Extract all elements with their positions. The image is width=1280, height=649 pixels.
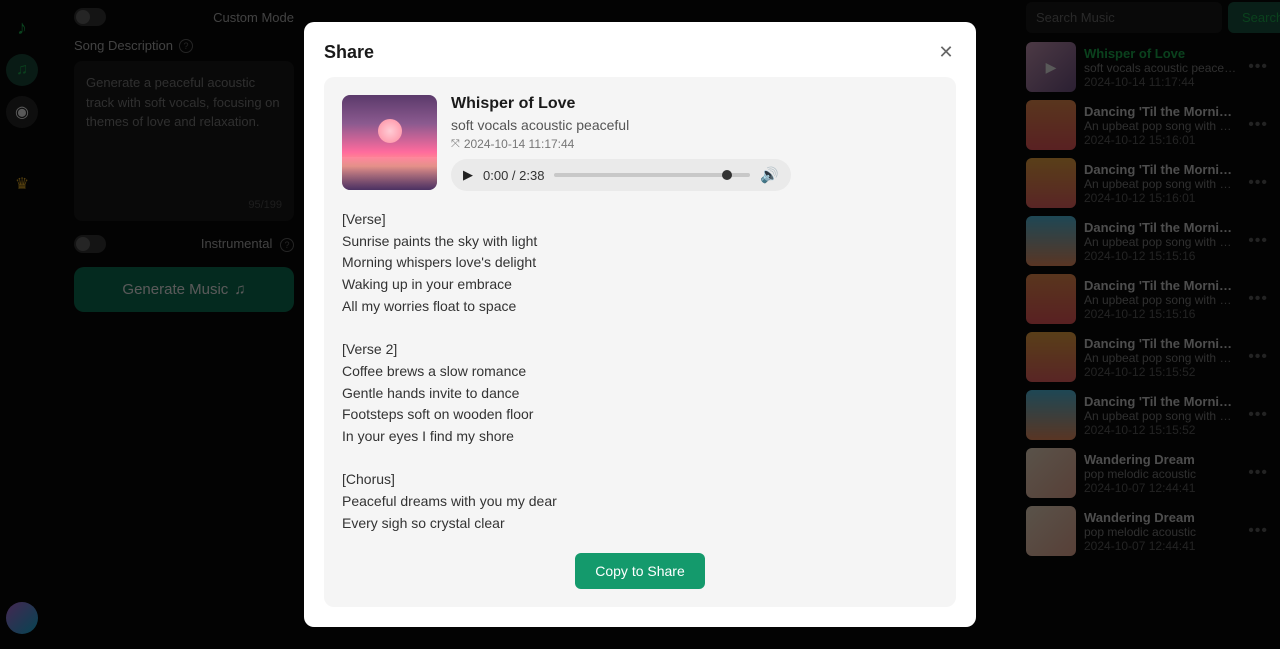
song-tags: soft vocals acoustic peaceful <box>451 117 938 133</box>
song-timestamp: ⤧ 2024-10-14 11:17:44 <box>451 137 938 151</box>
copy-to-share-button[interactable]: Copy to Share <box>575 553 705 589</box>
progress-bar[interactable] <box>554 173 750 177</box>
card-meta: Whisper of Love soft vocals acoustic pea… <box>451 95 938 191</box>
modal-card: Whisper of Love soft vocals acoustic pea… <box>324 77 956 607</box>
audio-player: ▶ 0:00 / 2:38 🔊 <box>451 159 791 191</box>
overlay: ✕ Share Whisper of Love soft vocals acou… <box>0 0 1280 649</box>
lyrics-scroll[interactable]: [Verse] Sunrise paints the sky with ligh… <box>342 209 938 539</box>
lyrics-text: [Verse] Sunrise paints the sky with ligh… <box>342 209 934 539</box>
card-header: Whisper of Love soft vocals acoustic pea… <box>342 95 938 191</box>
audio-time: 0:00 / 2:38 <box>483 168 544 183</box>
song-title: Whisper of Love <box>451 95 938 113</box>
share-modal: ✕ Share Whisper of Love soft vocals acou… <box>304 22 976 627</box>
volume-icon[interactable]: 🔊 <box>760 166 779 184</box>
song-artwork <box>342 95 437 190</box>
modal-title: Share <box>324 42 956 63</box>
close-button[interactable]: ✕ <box>934 40 958 64</box>
timestamp-text: 2024-10-14 11:17:44 <box>464 137 575 151</box>
share-icon: ⤧ <box>451 138 460 151</box>
play-icon[interactable]: ▶ <box>463 167 473 183</box>
